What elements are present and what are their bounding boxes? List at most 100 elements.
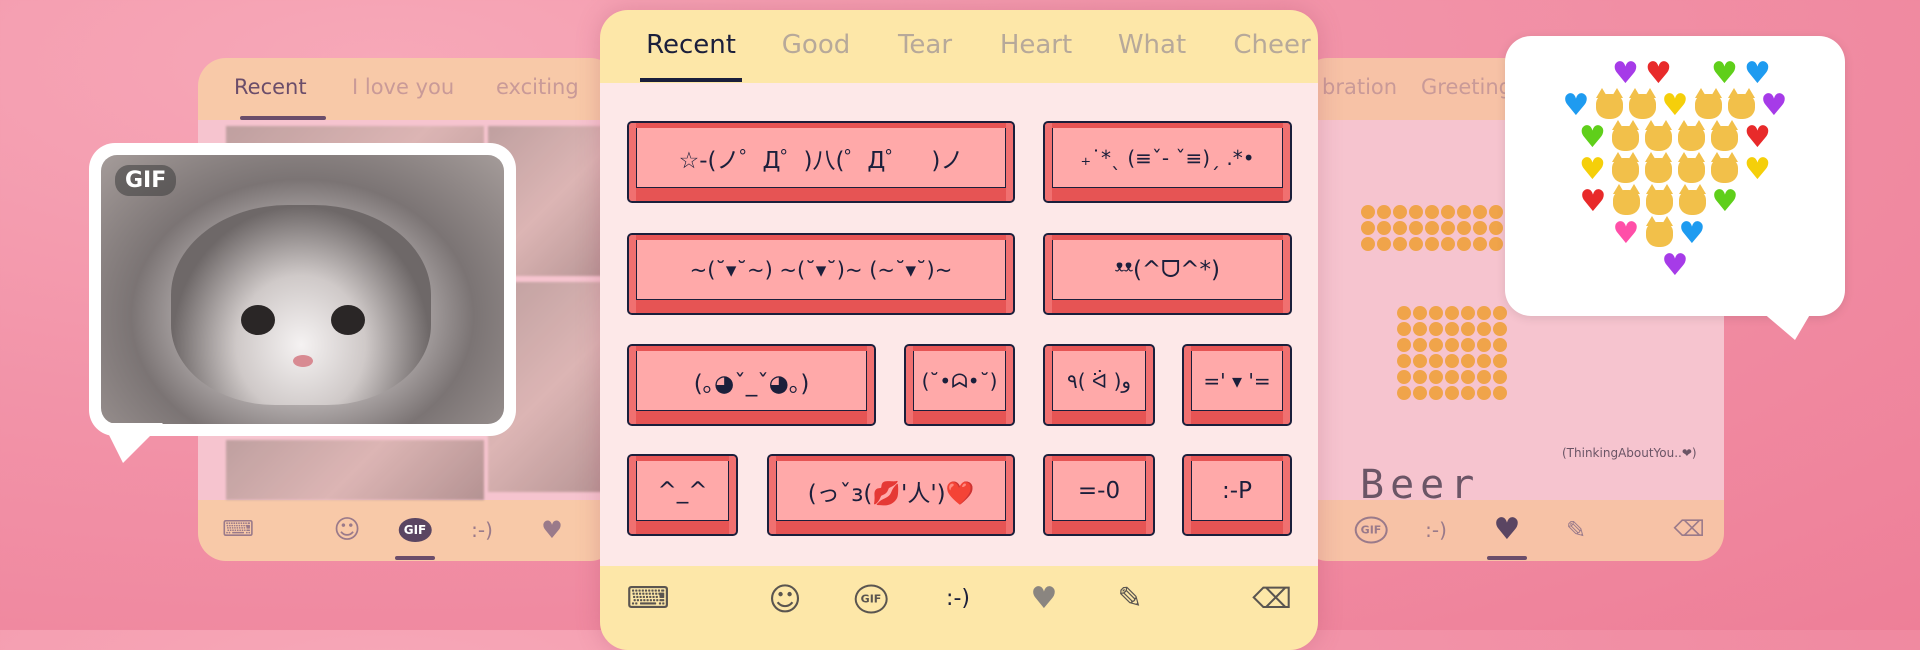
tab-exciting[interactable]: exciting — [496, 75, 579, 99]
text-emoticon-icon[interactable]: :-) — [471, 520, 493, 540]
heart-emoji: ♥ — [1711, 56, 1738, 91]
right-bottom-bar: GIF :-) ♥ ✎ ⌫ — [1300, 500, 1724, 561]
handwriting-pen-icon[interactable]: ✎ — [1566, 518, 1586, 542]
cat-emoji — [1676, 184, 1709, 218]
dotted-heart-icon[interactable]: ♥ — [1031, 584, 1058, 614]
kaomoji-key[interactable]: :-P — [1182, 454, 1292, 536]
tab-good[interactable]: Good — [782, 30, 850, 60]
cat-emoji — [1725, 88, 1758, 122]
kaomoji-key[interactable]: ~(˘▾˘~) ~(˘▾˘)~ (~˘▾˘)~ — [627, 233, 1015, 315]
empty-cell — [1576, 58, 1609, 90]
bubble-tail — [1755, 306, 1815, 340]
dotted-heart-icon[interactable]: ♥ — [541, 518, 563, 542]
text-emoticon-icon[interactable]: :-) — [1425, 520, 1447, 540]
cat-emoji — [1609, 152, 1642, 186]
tab-tear[interactable]: Tear — [898, 30, 952, 60]
heart-emoji: ♥ — [1744, 56, 1771, 91]
text-emoticon-icon[interactable]: :-) — [946, 588, 970, 610]
cat-eye — [331, 305, 365, 335]
tab-celebration[interactable]: bration — [1322, 75, 1397, 99]
cat-emoji — [1642, 152, 1675, 186]
cat-emoji — [1675, 152, 1708, 186]
heart-art-row: ♥ ♥ — [1489, 184, 1829, 219]
cat-emoji — [1610, 184, 1643, 218]
kaomoji-key[interactable]: (｡◕ˇ_ˇ◕｡) — [627, 344, 876, 426]
cat-emoji — [1708, 120, 1741, 154]
kaomoji-key[interactable]: ᵜᵜ(^ᗜ^*) — [1043, 233, 1292, 315]
bubble-tail — [103, 423, 163, 463]
heart-emoji: ♥ — [1645, 56, 1672, 91]
heart-art-row: ♥ ♥ ♥ ♥ — [1505, 58, 1845, 90]
cat-emoji — [1643, 216, 1676, 250]
cat-nose — [293, 355, 313, 367]
gif-preview-bubble: GIF — [89, 143, 516, 463]
cat-emoji — [1708, 152, 1741, 186]
kaomoji-key[interactable]: ٩( ᐛ )و — [1043, 344, 1155, 426]
cat-emoji — [1675, 120, 1708, 154]
gif-icon[interactable]: GIF — [398, 518, 432, 542]
tab-recent[interactable]: Recent — [234, 75, 307, 99]
gif-thumbnail[interactable] — [226, 440, 484, 500]
kaomoji-key[interactable]: (˘•ᗣ•˘) — [904, 344, 1015, 426]
pixel-heart-icon[interactable]: ♥ — [1494, 515, 1521, 545]
heart-emoji: ♥ — [1562, 88, 1590, 123]
heart-emoji: ♥ — [1744, 120, 1771, 155]
thinking-about-you-art[interactable]: (ThinkingAboutYou..❤) — [1562, 446, 1697, 460]
cat-emoji — [1692, 88, 1725, 122]
gif-icon[interactable]: GIF — [854, 584, 888, 614]
heart-art-row: ♥ ♥ — [1505, 152, 1845, 187]
kaomoji-key[interactable]: ^_^ — [627, 454, 738, 536]
cat-eye — [241, 305, 275, 335]
handwriting-pen-icon[interactable]: ✎ — [1117, 584, 1142, 614]
tab-i-love-you[interactable]: I love you — [352, 75, 454, 99]
heart-emoji: ♥ — [1612, 56, 1639, 91]
heart-emoji: ♥ — [1579, 184, 1607, 219]
heart-emoji-art: ♥ ♥ ♥ ♥ ♥ ♥ ♥ ♥ ♥ ♥ ♥ ♥ ♥ ♥ ♥ ♥ — [1505, 36, 1845, 282]
keyboard-icon[interactable]: ⌨ — [626, 584, 669, 614]
kaomoji-key[interactable]: ₊˙*ˎ (≡ˇ- ˇ≡)ˏ .*• — [1043, 121, 1292, 203]
tab-cheer[interactable]: Cheer — [1233, 30, 1310, 60]
kaomoji-keyboard-panel: Recent Good Tear Heart What Cheer ☆-(ノ゜Д… — [600, 10, 1318, 650]
smile-icon[interactable]: ☺ — [333, 517, 360, 543]
cat-face — [171, 205, 431, 405]
kaomoji-key[interactable]: =-0 — [1043, 454, 1155, 536]
backspace-icon[interactable]: ⌫ — [1252, 585, 1292, 613]
heart-emoji: ♥ — [1661, 88, 1689, 123]
heart-emoji: ♥ — [1760, 88, 1788, 123]
gif-icon[interactable]: GIF — [1354, 516, 1388, 544]
heart-art-row: ♥ — [1505, 250, 1845, 282]
emoji-art-item[interactable] — [1396, 305, 1512, 401]
emoji-art-item[interactable] — [1360, 204, 1510, 252]
active-tab-indicator — [1487, 556, 1527, 560]
active-tab-indicator — [640, 78, 742, 82]
active-tab-indicator — [395, 556, 435, 560]
tab-heart[interactable]: Heart — [1000, 30, 1072, 60]
heart-emoji: ♥ — [1579, 120, 1606, 155]
kaomoji-grid: ☆-(ノ゜Д゜)八(゜Д゜ )ノ ₊˙*ˎ (≡ˇ- ˇ≡)ˏ .*• ~(˘▾… — [600, 83, 1318, 566]
backspace-icon[interactable]: ⌫ — [1673, 519, 1704, 541]
gif-badge: GIF — [115, 165, 177, 196]
heart-art-row: ♥ ♥ ♥ — [1505, 88, 1845, 123]
smile-icon[interactable]: ☺ — [768, 583, 801, 615]
left-bottom-bar: ⌨ ☺ GIF :-) ♥ — [198, 500, 618, 561]
heart-emoji: ♥ — [1612, 216, 1640, 251]
cat-emoji — [1626, 88, 1659, 122]
tab-recent[interactable]: Recent — [646, 30, 736, 60]
heart-art-row: ♥ ♥ — [1489, 216, 1829, 251]
tab-what[interactable]: What — [1118, 30, 1186, 60]
heart-emoji: ♥ — [1661, 248, 1689, 283]
kaomoji-key[interactable]: ☆-(ノ゜Д゜)八(゜Д゜ )ノ — [627, 121, 1015, 203]
cat-emoji — [1593, 88, 1626, 122]
cat-emoji — [1642, 120, 1675, 154]
heart-emoji: ♥ — [1678, 216, 1706, 251]
heart-art-preview-bubble: ♥ ♥ ♥ ♥ ♥ ♥ ♥ ♥ ♥ ♥ ♥ ♥ ♥ ♥ ♥ ♥ — [1505, 36, 1845, 340]
left-tab-bar: Recent I love you exciting — [198, 58, 618, 120]
keyboard-icon[interactable]: ⌨ — [222, 519, 254, 541]
heart-emoji: ♥ — [1744, 152, 1771, 187]
kaomoji-key[interactable]: (っˇз(💋'人')❤️ — [767, 454, 1015, 536]
heart-art-row: ♥ ♥ — [1505, 120, 1845, 155]
cat-emoji — [1609, 120, 1642, 154]
kaomoji-key[interactable]: =' ▾ '= — [1182, 344, 1292, 426]
tab-greeting[interactable]: Greeting — [1421, 75, 1512, 99]
empty-cell — [1675, 58, 1708, 90]
